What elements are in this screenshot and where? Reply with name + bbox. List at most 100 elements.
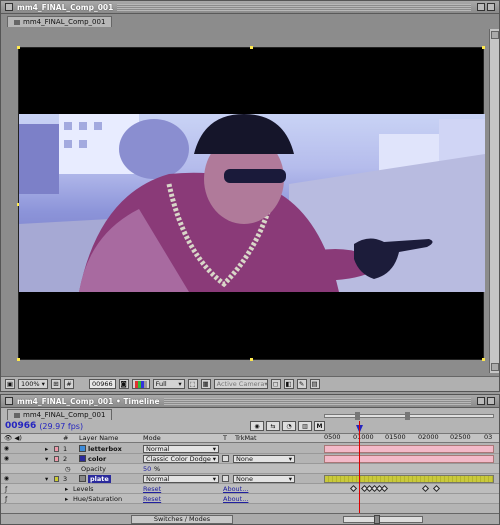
track-matte-dropdown[interactable]: None ▾ — [233, 474, 295, 483]
header-layer-name[interactable]: Layer Name — [79, 434, 118, 442]
eye-icon[interactable]: ◉ — [3, 475, 10, 482]
layer-duration-bar[interactable] — [324, 444, 494, 453]
timeline-title-bar[interactable]: mm4_FINAL_Comp_001 • Timeline — [1, 395, 499, 408]
scroll-up-icon[interactable] — [491, 31, 499, 39]
preserve-transparency-checkbox[interactable] — [222, 475, 229, 482]
layer-row-letterbox[interactable]: ◉ ▸ 1 letterbox Normal ▾ — [1, 444, 499, 454]
layer-name[interactable]: color — [88, 455, 106, 463]
camera-view-dropdown[interactable]: Active Camera ▾ — [213, 379, 268, 389]
collapse-box-icon[interactable] — [487, 397, 495, 405]
composition-window: mm4_FINAL_Comp_001 mm4_FINAL_Comp_001 ▣ … — [0, 0, 500, 392]
expand-arrow-icon[interactable]: ▸ — [45, 445, 48, 453]
header-trkmat[interactable]: TrkMat — [235, 434, 257, 442]
effect-row-hue-saturation: ƒ ▸ Hue/Saturation Reset About... — [1, 494, 499, 504]
keyframe[interactable] — [380, 484, 389, 492]
bounding-handle[interactable] — [482, 46, 485, 49]
blend-mode-dropdown[interactable]: Classic Color Dodge ▾ — [143, 454, 219, 463]
close-box-icon[interactable] — [5, 3, 13, 11]
comp-tab[interactable]: mm4_FINAL_Comp_001 — [7, 16, 113, 27]
timeline-zoom-slider[interactable] — [343, 514, 423, 524]
transparency-grid-icon[interactable]: ▦ — [200, 379, 211, 389]
header-label-number[interactable]: # — [63, 434, 68, 442]
eye-icon[interactable]: ◉ — [3, 445, 10, 452]
magnification-dropdown[interactable]: 100% ▾ — [18, 379, 48, 389]
flowchart-icon[interactable]: ▤ — [309, 379, 320, 389]
bounding-handle[interactable] — [17, 358, 20, 361]
about-link[interactable]: About... — [223, 495, 248, 503]
bounding-handle[interactable] — [482, 358, 485, 361]
stopwatch-icon[interactable]: ◷ — [65, 465, 71, 473]
resolution-dropdown[interactable]: Full ▾ — [152, 379, 185, 389]
layer-duration-bar[interactable] — [324, 454, 494, 463]
pen-icon[interactable]: ✎ — [296, 379, 307, 389]
about-link[interactable]: About... — [223, 485, 248, 493]
comp-title-bar[interactable]: mm4_FINAL_Comp_001 — [1, 1, 499, 14]
track-matte-dropdown[interactable]: None ▾ — [233, 454, 295, 463]
comp-viewport[interactable] — [5, 29, 489, 373]
fast-previews-icon[interactable]: ◧ — [283, 379, 294, 389]
header-mode[interactable]: Mode — [143, 434, 161, 442]
effect-name: Levels — [73, 484, 94, 493]
region-of-interest-icon[interactable]: ⬚ — [187, 379, 198, 389]
layer-row-color[interactable]: ◉ ▾ 2 color Classic Color Dodge ▾ None ▾ — [1, 454, 499, 464]
label-color-swatch[interactable] — [54, 445, 59, 452]
effect-name: Hue/Saturation — [73, 494, 123, 503]
expand-arrow-icon[interactable]: ▸ — [65, 485, 68, 493]
time-ruler[interactable]: 0500 01000 01500 02000 02500 03 — [324, 433, 494, 443]
composition-icon — [14, 19, 20, 25]
label-color-swatch[interactable] — [54, 475, 59, 482]
blend-mode-dropdown[interactable]: Normal ▾ — [143, 444, 219, 453]
bounding-handle[interactable] — [17, 46, 20, 49]
navigator-start-handle[interactable] — [355, 412, 360, 420]
composition-icon — [14, 412, 20, 418]
layer-name[interactable]: plate — [88, 474, 111, 483]
zoom-slider-thumb[interactable] — [374, 514, 380, 524]
always-preview-icon[interactable]: ▣ — [5, 379, 15, 389]
comp-vertical-scrollbar[interactable] — [489, 29, 499, 373]
close-box-icon[interactable] — [5, 397, 13, 405]
header-t[interactable]: T — [223, 434, 227, 442]
eye-icon[interactable]: ◉ — [3, 455, 10, 462]
fx-switch-icon[interactable]: ƒ — [5, 495, 7, 503]
reset-link[interactable]: Reset — [143, 485, 161, 493]
collapse-arrow-icon[interactable]: ▾ — [45, 455, 48, 463]
layer-duration-bar[interactable] — [324, 474, 494, 483]
views-layout-icon[interactable]: ◻ — [270, 379, 281, 389]
time-navigator[interactable] — [324, 410, 494, 432]
bounding-handle[interactable] — [250, 46, 253, 49]
reset-link[interactable]: Reset — [143, 495, 161, 503]
keyframe[interactable] — [432, 484, 441, 492]
timeline-tab[interactable]: mm4_FINAL_Comp_001 — [7, 409, 113, 420]
comp-canvas[interactable] — [17, 46, 485, 361]
live-update-icon[interactable]: ◉ — [250, 421, 264, 431]
preserve-transparency-checkbox[interactable] — [222, 455, 229, 462]
grid-icon[interactable]: # — [63, 379, 74, 389]
navigator-end-handle[interactable] — [405, 412, 410, 420]
label-color-swatch[interactable] — [54, 455, 59, 462]
opacity-value[interactable]: 50 — [143, 465, 151, 473]
scroll-down-icon[interactable] — [491, 363, 499, 371]
playhead-line — [359, 421, 360, 515]
zoom-box-icon[interactable] — [477, 3, 485, 11]
hide-shy-layers-icon[interactable]: ◔ — [282, 421, 296, 431]
show-channel-icon[interactable] — [131, 379, 150, 389]
keyframe[interactable] — [421, 484, 430, 492]
timeline-current-time[interactable]: 00966 — [5, 421, 36, 431]
expand-arrow-icon[interactable]: ▸ — [65, 495, 68, 503]
blend-mode-dropdown[interactable]: Normal ▾ — [143, 474, 219, 483]
snapshot-icon[interactable]: ◙ — [118, 379, 129, 389]
bounding-handle[interactable] — [250, 358, 253, 361]
current-time-field[interactable]: 00966 — [88, 379, 116, 389]
collapse-box-icon[interactable] — [487, 3, 495, 11]
zoom-box-icon[interactable] — [477, 397, 485, 405]
keyframe[interactable] — [349, 484, 358, 492]
time-navigator-bar[interactable] — [324, 412, 494, 420]
frame-blending-icon[interactable]: ▥ — [298, 421, 312, 431]
switches-modes-toggle[interactable]: Switches / Modes — [131, 514, 233, 524]
collapse-arrow-icon[interactable]: ▾ — [45, 475, 48, 483]
layer-name[interactable]: letterbox — [88, 445, 122, 453]
fx-switch-icon[interactable]: ƒ — [5, 485, 7, 493]
safe-zones-icon[interactable]: ⊞ — [50, 379, 61, 389]
layer-row-plate[interactable]: ◉ ▾ 3 plate Normal ▾ None ▾ — [1, 474, 499, 484]
draft-3d-icon[interactable]: ⇆ — [266, 421, 280, 431]
